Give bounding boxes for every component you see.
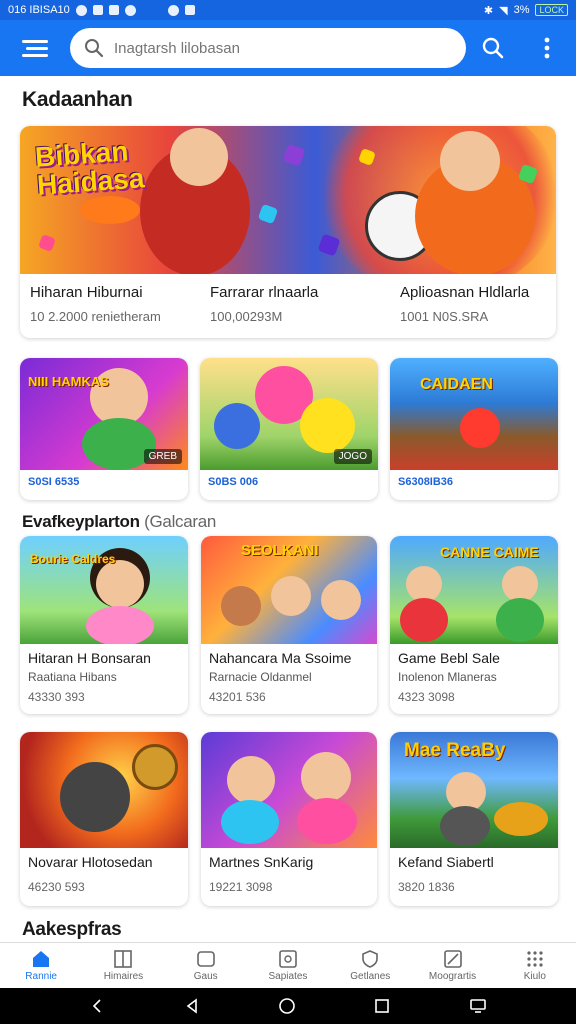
game-badge: JOGO	[333, 449, 372, 464]
featured-item[interactable]: Farrarar rlnaarla 100,00293M	[210, 284, 318, 324]
section-subtitle: (Galcaran	[144, 512, 217, 531]
gamepad-icon	[196, 950, 215, 967]
featured-item[interactable]: Hiharan Hiburnai 10 2.2000 renietheram	[30, 284, 161, 324]
nav-item-security[interactable]: Getlanes	[329, 943, 411, 988]
more-options-button[interactable]	[520, 20, 574, 76]
book-icon	[114, 949, 133, 968]
game-card[interactable]: Bourie Caldres Hitaran H Bonsaran Raatia…	[20, 536, 188, 714]
game-card[interactable]: Mae ReaBy Kefand Siabertl 3820 1836	[390, 732, 558, 906]
game-tag: S0SI 6535	[28, 476, 80, 488]
featured-item-title: Hiharan Hiburnai	[30, 284, 143, 301]
game-thumbnail	[20, 732, 188, 848]
notification-icon	[108, 5, 119, 15]
home-icon	[33, 950, 50, 967]
section-title: Aakespfras	[22, 919, 122, 940]
menu-button[interactable]	[0, 20, 70, 76]
featured-banner-logo: Bibkan Haidasa	[34, 135, 146, 201]
featured-item-subtitle: 1001 N0S.SRA	[400, 309, 489, 324]
featured-item-subtitle: 100,00293M	[210, 309, 283, 324]
home-circle-icon[interactable]	[278, 997, 296, 1015]
nav-item-games[interactable]: Gaus	[165, 943, 247, 988]
chevron-down-icon[interactable]	[89, 998, 105, 1014]
keyboard-icon[interactable]	[469, 998, 487, 1014]
search-button[interactable]	[466, 20, 520, 76]
game-title: Game Bebl Sale	[398, 650, 500, 666]
gallery-icon	[279, 949, 297, 968]
notification-icon	[75, 4, 87, 16]
game-thumbnail: Mae ReaBy	[390, 732, 558, 848]
featured-item-title: Farrarar rlnaarla	[210, 284, 319, 301]
game-thumbnail	[201, 732, 377, 848]
game-tag: S6308IB36	[398, 476, 454, 488]
game-card[interactable]: JOGO S0BS 006	[200, 358, 378, 500]
featured-banner-card[interactable]: Bibkan Haidasa Hiharan Hiburnai 10 2.200…	[20, 126, 556, 338]
section-title: Kadaanhan	[22, 88, 133, 111]
game-stats: 43330 393	[28, 690, 85, 704]
search-icon	[85, 39, 104, 58]
search-bar[interactable]	[70, 28, 466, 68]
game-thumbnail: Bourie Caldres	[20, 536, 188, 644]
game-card[interactable]: CAIDAEN S6308IB36	[390, 358, 558, 500]
game-thumbnail: CAIDAEN	[390, 358, 558, 470]
bottom-navigation: Rannie Himaires Gaus Sapiates Getlanes M…	[0, 942, 576, 988]
game-subtitle: Rarnacie Oldanmel	[209, 670, 312, 684]
battery-indicator: LOCK	[535, 4, 568, 16]
back-icon[interactable]	[184, 998, 200, 1014]
recents-icon[interactable]	[374, 998, 390, 1014]
search-icon	[482, 37, 504, 59]
notification-icon	[184, 5, 195, 15]
shield-icon	[362, 949, 379, 968]
game-tag: S0BS 006	[208, 476, 259, 488]
notification-icon	[124, 4, 136, 16]
game-card[interactable]: CANNE CAIME Game Bebl Sale Inolenon Mlan…	[390, 536, 558, 714]
search-input[interactable]	[114, 39, 452, 57]
main-content[interactable]: Kadaanhan Bibkan Haidasa Hiharan Hiburna…	[0, 76, 576, 942]
nav-item-tools[interactable]: Moogrartis	[411, 943, 493, 988]
game-subtitle: Raatiana Hibans	[28, 670, 117, 684]
game-title: Martnes SnKarig	[209, 854, 314, 870]
game-thumbnail: JOGO	[200, 358, 378, 470]
game-thumbnail: CANNE CAIME	[390, 536, 558, 644]
game-subtitle: Inolenon Mlaneras	[398, 670, 497, 684]
game-stats: 4323 3098	[398, 690, 455, 704]
status-bar: 016 IBISA10 ✱ ◥ 3% LOCK	[0, 0, 576, 20]
grid-icon	[527, 950, 543, 967]
more-vertical-icon	[544, 37, 550, 59]
nav-item-gallery[interactable]: Sapiates	[247, 943, 329, 988]
nav-item-library[interactable]: Himaires	[82, 943, 164, 988]
game-card[interactable]: Martnes SnKarig 19221 3098	[201, 732, 377, 906]
app-bar	[0, 20, 576, 76]
game-title: Hitaran H Bonsaran	[28, 650, 151, 666]
notification-icon	[167, 4, 179, 16]
game-badge: GREB	[143, 449, 182, 464]
game-stats: 46230 593	[28, 880, 85, 894]
game-title: Nahancara Ma Ssoime	[209, 650, 352, 666]
featured-item-subtitle: 10 2.2000 renietheram	[30, 309, 161, 324]
system-navigation-bar	[0, 988, 576, 1024]
game-thumbnail: SEOLKANI	[201, 536, 377, 644]
notification-icon	[92, 5, 103, 15]
game-stats: 3820 1836	[398, 880, 455, 894]
bluetooth-icon: ✱	[483, 4, 494, 17]
game-card[interactable]: NIII HAMKAS GREB S0SI 6535	[20, 358, 188, 500]
section-title: Evafkeyplarton (Galcaran	[22, 512, 217, 531]
game-thumbnail: NIII HAMKAS GREB	[20, 358, 188, 470]
game-card[interactable]: SEOLKANI Nahancara Ma Ssoime Rarnacie Ol…	[201, 536, 377, 714]
game-title: Kefand Siabertl	[398, 854, 494, 870]
game-title: Novarar Hlotosedan	[28, 854, 153, 870]
tools-icon	[443, 949, 462, 968]
featured-banner-image: Bibkan Haidasa	[20, 126, 556, 274]
status-right-text: 3%	[513, 4, 530, 16]
status-left-text: 016 IBISA10	[8, 4, 70, 16]
wifi-icon: ◥	[499, 4, 508, 17]
nav-item-more[interactable]: Kiulo	[494, 943, 576, 988]
featured-item[interactable]: Aplioasnan Hldlarla 1001 N0S.SRA	[400, 284, 529, 324]
featured-item-title: Aplioasnan Hldlarla	[400, 284, 530, 301]
hamburger-icon	[22, 40, 48, 57]
nav-item-home[interactable]: Rannie	[0, 943, 82, 988]
game-card[interactable]: Novarar Hlotosedan 46230 593	[20, 732, 188, 906]
game-stats: 43201 536	[209, 690, 266, 704]
game-stats: 19221 3098	[209, 880, 273, 894]
